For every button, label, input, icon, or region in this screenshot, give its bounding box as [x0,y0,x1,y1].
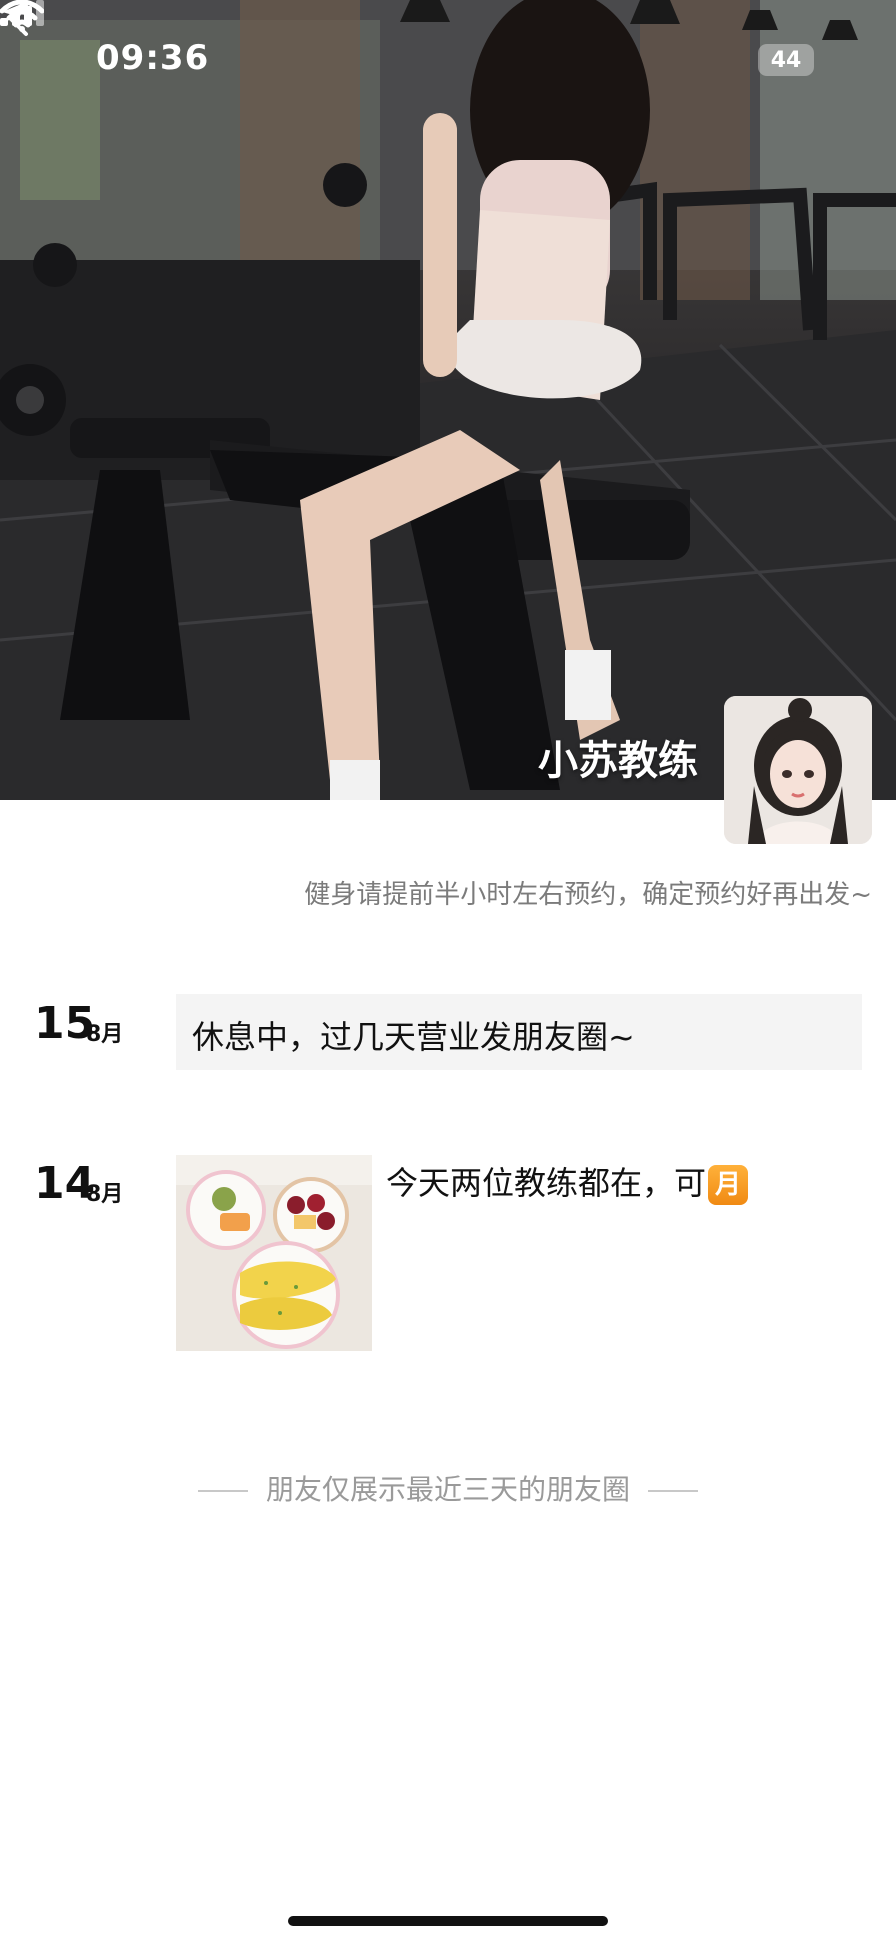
profile-signature: 健身请提前半小时左右预约，确定预约好再出发~ [304,880,872,910]
end-note: 朋友仅展示最近三天的朋友圈 [0,1468,896,1508]
gym-scene-illustration [0,0,896,800]
cover-photo[interactable]: 09:36 44 小苏教练 [0,0,896,800]
post-thumbnail[interactable] [176,1155,372,1351]
post-date-month: 8月 [86,1022,124,1047]
post-text: 今天两位教练都在，可月 [386,1158,749,1205]
profile-name: 小苏教练 [538,738,698,784]
status-bar: 09:36 44 [0,0,896,120]
food-plate-image [176,1155,372,1351]
avatar[interactable] [724,696,872,844]
end-note-text: 朋友仅展示最近三天的朋友圈 [265,1473,630,1506]
battery-indicator: 44 [758,44,814,76]
text-post-card[interactable]: 休息中，过几天营业发朋友圈~ [176,994,862,1070]
divider-left [197,1490,248,1492]
back-chevron-icon[interactable] [0,0,40,40]
moon-emoji-badge: 月 [708,1165,749,1205]
divider-right [648,1490,698,1492]
post-date-month: 8月 [86,1182,124,1207]
home-indicator[interactable] [288,1916,608,1926]
post-text: 休息中，过几天营业发朋友圈~ [192,1018,635,1056]
status-time: 09:36 [96,38,210,78]
avatar-illustration [724,696,872,844]
post-text-content: 今天两位教练都在，可 [386,1164,707,1202]
